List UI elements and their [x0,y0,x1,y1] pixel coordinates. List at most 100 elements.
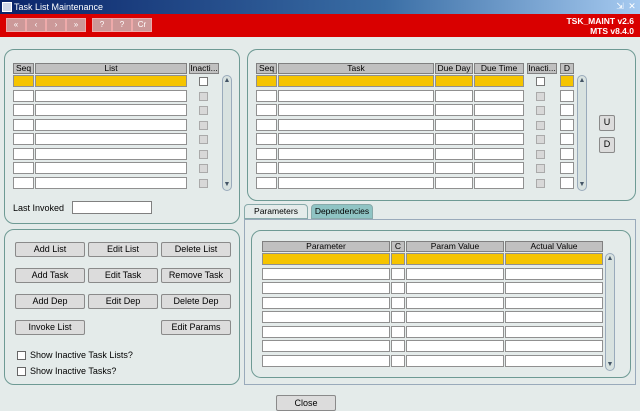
param-value-cell[interactable] [406,282,504,294]
tab-parameters[interactable]: Parameters [244,204,308,219]
move-up-button[interactable]: U [599,115,615,131]
list-seq-cell[interactable] [13,118,34,131]
minimize-icon[interactable]: ⇲ [614,1,626,12]
scroll-up-icon[interactable]: ▲ [606,255,614,263]
task-inactive-checkbox[interactable] [536,106,545,115]
due-day-cell[interactable] [435,75,473,87]
close-button[interactable]: Close [276,395,336,411]
delete-list-button[interactable]: Delete List [161,242,231,257]
help-button[interactable]: ? [92,18,112,32]
param-value-cell[interactable] [406,354,504,367]
due-time-cell[interactable] [474,104,524,116]
scroll-down-icon[interactable]: ▼ [606,361,614,369]
param-value-cell[interactable] [406,267,504,280]
list-name-cell[interactable] [35,176,187,189]
context-help-button[interactable]: ? [112,18,132,32]
due-time-cell[interactable] [474,75,524,87]
list-name-cell[interactable] [35,104,187,116]
task-name-cell[interactable] [278,133,434,145]
edit-list-button[interactable]: Edit List [88,242,158,257]
due-day-cell[interactable] [435,104,473,116]
c-cell[interactable] [391,340,405,352]
create-button[interactable]: Cr [132,18,152,32]
task-inactive-checkbox[interactable] [536,77,545,86]
task-seq-cell[interactable] [256,176,277,189]
scroll-down-icon[interactable]: ▼ [223,181,231,189]
param-value-cell[interactable] [406,311,504,323]
due-day-cell[interactable] [435,162,473,174]
edit-dep-button[interactable]: Edit Dep [88,294,158,309]
due-day-cell[interactable] [435,89,473,102]
add-list-button[interactable]: Add List [15,242,85,257]
task-seq-cell[interactable] [256,162,277,174]
list-seq-cell[interactable] [13,133,34,145]
scroll-up-icon[interactable]: ▲ [578,77,586,85]
task-seq-cell[interactable] [256,147,277,160]
list-inactive-checkbox[interactable] [199,135,208,144]
actual-value-cell[interactable] [505,340,603,352]
actual-value-cell[interactable] [505,354,603,367]
edit-task-button[interactable]: Edit Task [88,268,158,283]
task-name-cell[interactable] [278,162,434,174]
c-cell[interactable] [391,253,405,265]
task-name-cell[interactable] [278,89,434,102]
task-seq-cell[interactable] [256,89,277,102]
task-d-cell[interactable] [560,133,574,145]
actual-value-cell[interactable] [505,311,603,323]
parameter-cell[interactable] [262,296,390,309]
list-name-cell[interactable] [35,133,187,145]
actual-value-cell[interactable] [505,325,603,338]
c-cell[interactable] [391,282,405,294]
list-seq-cell[interactable] [13,89,34,102]
task-name-cell[interactable] [278,176,434,189]
task-d-cell[interactable] [560,118,574,131]
parameter-cell[interactable] [262,267,390,280]
due-day-cell[interactable] [435,133,473,145]
actual-value-cell[interactable] [505,267,603,280]
actual-value-cell[interactable] [505,282,603,294]
param-value-cell[interactable] [406,296,504,309]
list-inactive-checkbox[interactable] [199,91,208,101]
task-name-cell[interactable] [278,118,434,131]
edit-params-button[interactable]: Edit Params [161,320,231,335]
task-seq-cell[interactable] [256,104,277,116]
parameter-cell[interactable] [262,253,390,265]
move-down-button[interactable]: D [599,137,615,153]
task-d-cell[interactable] [560,162,574,174]
last-invoked-field[interactable] [72,201,152,214]
list-name-cell[interactable] [35,75,187,87]
task-d-cell[interactable] [560,75,574,87]
due-time-cell[interactable] [474,147,524,160]
list-name-cell[interactable] [35,147,187,160]
due-time-cell[interactable] [474,162,524,174]
due-time-cell[interactable] [474,89,524,102]
parameter-cell[interactable] [262,282,390,294]
task-inactive-checkbox[interactable] [536,120,545,130]
list-inactive-checkbox[interactable] [199,77,208,86]
list-seq-cell[interactable] [13,147,34,160]
c-cell[interactable] [391,325,405,338]
task-d-cell[interactable] [560,147,574,160]
task-seq-cell[interactable] [256,118,277,131]
parameter-cell[interactable] [262,354,390,367]
c-cell[interactable] [391,296,405,309]
remove-task-button[interactable]: Remove Task [161,268,231,283]
c-cell[interactable] [391,354,405,367]
actual-value-cell[interactable] [505,296,603,309]
delete-dep-button[interactable]: Delete Dep [161,294,231,309]
list-inactive-checkbox[interactable] [199,164,208,173]
list-seq-cell[interactable] [13,162,34,174]
task-name-cell[interactable] [278,104,434,116]
due-day-cell[interactable] [435,147,473,160]
task-name-cell[interactable] [278,75,434,87]
show-inactive-lists-checkbox[interactable] [17,351,26,360]
actual-value-cell[interactable] [505,253,603,265]
scroll-down-icon[interactable]: ▼ [578,181,586,189]
parameter-cell[interactable] [262,311,390,323]
list-inactive-checkbox[interactable] [199,106,208,115]
close-window-icon[interactable]: ✕ [626,1,638,12]
task-seq-cell[interactable] [256,75,277,87]
list-seq-cell[interactable] [13,176,34,189]
show-inactive-tasks-checkbox[interactable] [17,367,26,376]
list-scrollbar[interactable]: ▲ ▼ [222,75,232,191]
